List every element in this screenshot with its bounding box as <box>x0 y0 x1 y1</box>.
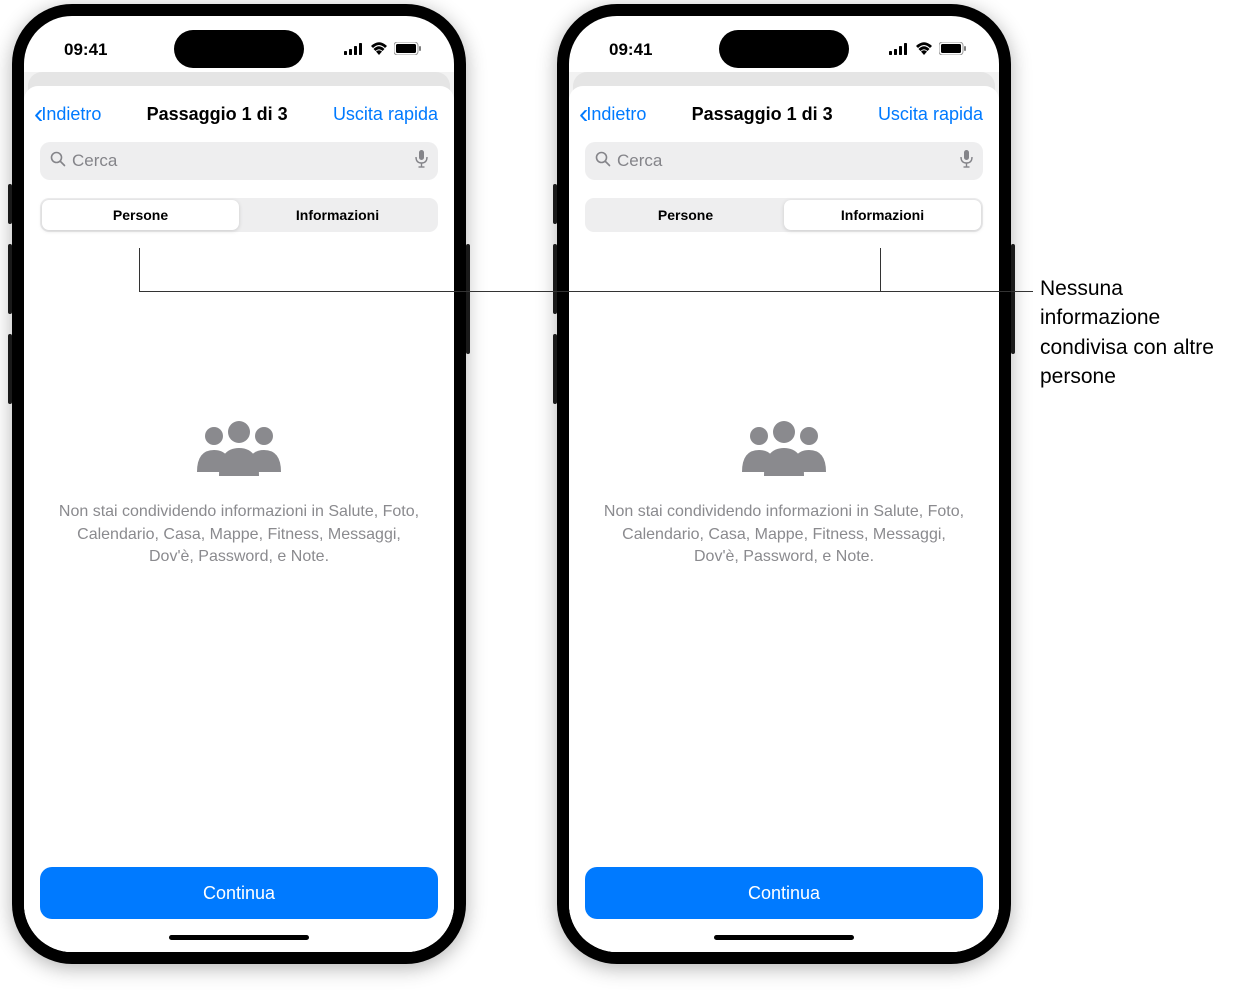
search-input[interactable]: Cerca <box>40 142 438 180</box>
quick-exit-button[interactable]: Uscita rapida <box>333 104 438 125</box>
search-placeholder: Cerca <box>72 151 409 171</box>
volume-up <box>553 244 557 314</box>
silence-switch <box>553 184 557 224</box>
silence-switch <box>8 184 12 224</box>
phone-frame-right: 09:41 ‹ Indietro <box>557 4 1011 964</box>
home-indicator[interactable] <box>714 935 854 940</box>
status-time: 09:41 <box>609 40 652 60</box>
segmented-control: Persone Informazioni <box>585 198 983 232</box>
callout-connector <box>139 248 140 291</box>
search-placeholder: Cerca <box>617 151 954 171</box>
mic-icon[interactable] <box>960 150 973 173</box>
screen: 09:41 ‹ Indietro <box>24 16 454 952</box>
empty-state-text: Non stai condividendo informazioni in Sa… <box>54 501 424 568</box>
wifi-icon <box>370 40 388 60</box>
modal-sheet: ‹ Indietro Passaggio 1 di 3 Uscita rapid… <box>24 86 454 952</box>
callout-connector <box>880 248 881 291</box>
screen: 09:41 ‹ Indietro <box>569 16 999 952</box>
cellular-icon <box>889 40 909 60</box>
nav-bar: ‹ Indietro Passaggio 1 di 3 Uscita rapid… <box>569 86 999 134</box>
continue-button[interactable]: Continua <box>585 867 983 919</box>
search-icon <box>50 151 66 172</box>
wifi-icon <box>915 40 933 60</box>
tab-informazioni[interactable]: Informazioni <box>239 200 436 230</box>
home-indicator[interactable] <box>169 935 309 940</box>
power-button <box>1011 244 1015 354</box>
callout-text: Nessuna informazione condivisa con altre… <box>1040 274 1240 392</box>
dynamic-island <box>719 30 849 68</box>
cellular-icon <box>344 40 364 60</box>
people-group-icon <box>734 420 834 485</box>
status-icons <box>344 40 422 60</box>
nav-title: Passaggio 1 di 3 <box>692 104 833 125</box>
volume-down <box>8 334 12 404</box>
nav-title: Passaggio 1 di 3 <box>147 104 288 125</box>
quick-exit-button[interactable]: Uscita rapida <box>878 104 983 125</box>
search-input[interactable]: Cerca <box>585 142 983 180</box>
back-button[interactable]: ‹ Indietro <box>34 100 101 128</box>
empty-state-text: Non stai condividendo informazioni in Sa… <box>599 501 969 568</box>
power-button <box>466 244 470 354</box>
volume-up <box>8 244 12 314</box>
empty-state: Non stai condividendo informazioni in Sa… <box>24 242 454 867</box>
tab-persone[interactable]: Persone <box>42 200 239 230</box>
nav-bar: ‹ Indietro Passaggio 1 di 3 Uscita rapid… <box>24 86 454 134</box>
back-label: Indietro <box>41 104 101 125</box>
battery-icon <box>394 40 422 60</box>
phone-frame-left: 09:41 ‹ Indietro <box>12 4 466 964</box>
modal-sheet: ‹ Indietro Passaggio 1 di 3 Uscita rapid… <box>569 86 999 952</box>
status-time: 09:41 <box>64 40 107 60</box>
mic-icon[interactable] <box>415 150 428 173</box>
tab-persone[interactable]: Persone <box>587 200 784 230</box>
battery-icon <box>939 40 967 60</box>
search-icon <box>595 151 611 172</box>
continue-button[interactable]: Continua <box>40 867 438 919</box>
segmented-control: Persone Informazioni <box>40 198 438 232</box>
modal-backdrop: ‹ Indietro Passaggio 1 di 3 Uscita rapid… <box>569 72 999 952</box>
volume-down <box>553 334 557 404</box>
back-button[interactable]: ‹ Indietro <box>579 100 646 128</box>
modal-backdrop: ‹ Indietro Passaggio 1 di 3 Uscita rapid… <box>24 72 454 952</box>
back-label: Indietro <box>586 104 646 125</box>
tab-informazioni[interactable]: Informazioni <box>784 200 981 230</box>
people-group-icon <box>189 420 289 485</box>
dynamic-island <box>174 30 304 68</box>
empty-state: Non stai condividendo informazioni in Sa… <box>569 242 999 867</box>
callout-connector <box>139 291 1033 292</box>
status-icons <box>889 40 967 60</box>
